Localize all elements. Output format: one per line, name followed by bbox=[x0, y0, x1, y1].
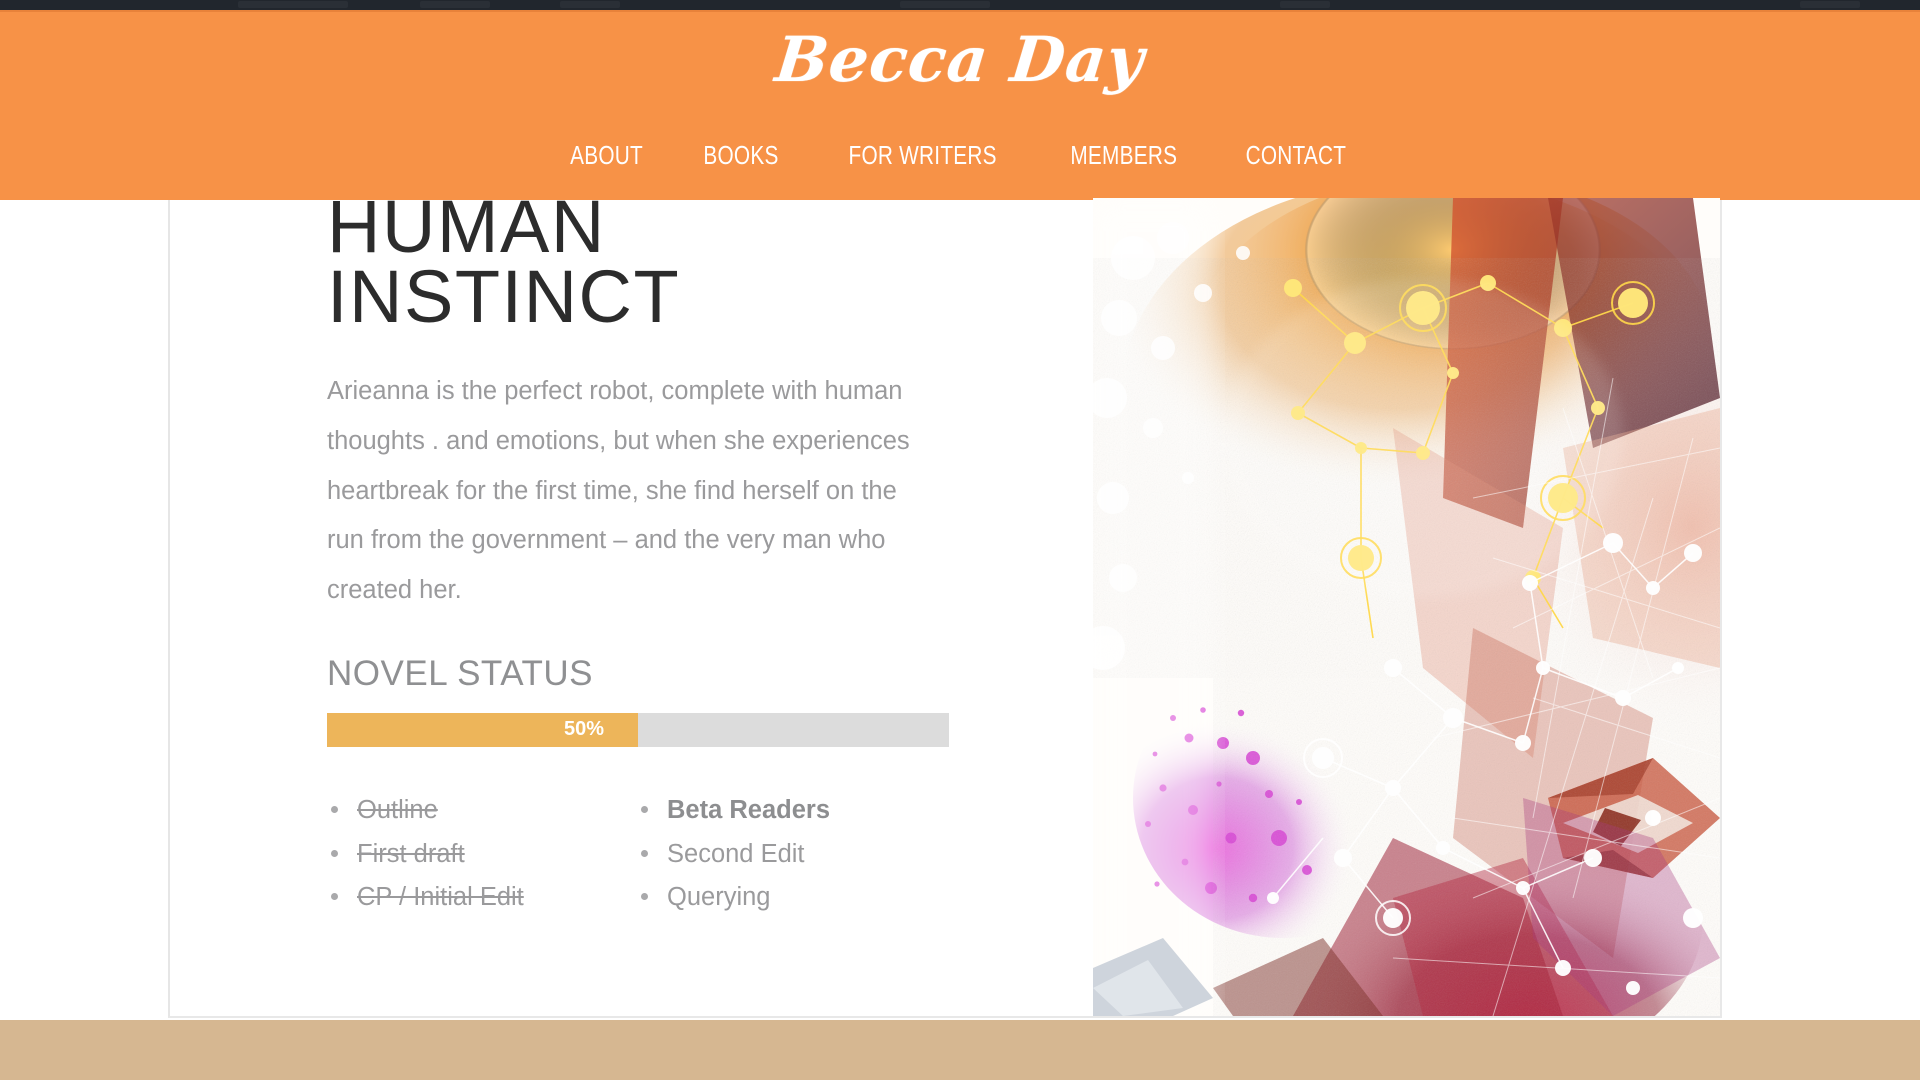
novel-status-heading: NOVEL STATUS bbox=[327, 653, 593, 693]
status-item-first-draft: First draft bbox=[327, 833, 637, 877]
book-blurb: Arieanna is the perfect robot, complete … bbox=[327, 377, 910, 604]
chrome-ghost-tab bbox=[238, 1, 348, 8]
status-item-outline: Outline bbox=[327, 789, 637, 833]
book-cover-art bbox=[1093, 198, 1720, 1016]
chrome-ghost-tab bbox=[1800, 1, 1860, 8]
chrome-ghost-tab bbox=[560, 1, 620, 8]
status-column-left: Outline First draft CP / Initial Edit bbox=[327, 789, 637, 921]
status-item-querying: Querying bbox=[637, 876, 947, 920]
status-item-second-edit: Second Edit bbox=[637, 833, 947, 877]
site-brand-logo[interactable]: Becca Day bbox=[0, 23, 1920, 96]
novel-progress-fill: 50% bbox=[327, 712, 638, 747]
novel-progress-label: 50% bbox=[563, 718, 604, 741]
main-navigation: ABOUT BOOKS FOR WRITERS MEMBERS CONTACT bbox=[0, 140, 1920, 171]
book-feature-card: HUMAN INSTINCT Arieanna is the perfect r… bbox=[168, 189, 1722, 1018]
nav-item-about[interactable]: ABOUT bbox=[570, 140, 643, 171]
novel-status-checklist: Outline First draft CP / Initial Edit Be… bbox=[327, 789, 967, 921]
nav-item-books[interactable]: BOOKS bbox=[704, 140, 779, 171]
site-header: Becca Day ABOUT BOOKS FOR WRITERS MEMBER… bbox=[0, 10, 1920, 200]
browser-chrome-strip bbox=[0, 0, 1920, 10]
book-title: HUMAN INSTINCT bbox=[327, 185, 681, 338]
nav-item-for-writers[interactable]: FOR WRITERS bbox=[849, 140, 997, 171]
status-item-beta-readers: Beta Readers bbox=[637, 789, 947, 833]
nav-item-contact[interactable]: CONTACT bbox=[1246, 140, 1347, 171]
nav-item-members[interactable]: MEMBERS bbox=[1071, 140, 1178, 171]
footer-band bbox=[0, 1020, 1920, 1080]
status-column-right: Beta Readers Second Edit Querying bbox=[637, 789, 947, 921]
status-item-cp-initial-edit: CP / Initial Edit bbox=[327, 876, 637, 920]
chrome-ghost-tab bbox=[1280, 1, 1330, 8]
chrome-ghost-tab bbox=[420, 1, 490, 8]
book-text-column: HUMAN INSTINCT Arieanna is the perfect r… bbox=[327, 189, 967, 921]
chrome-ghost-tab bbox=[900, 1, 990, 8]
novel-progress-bar: 50% bbox=[327, 712, 949, 747]
